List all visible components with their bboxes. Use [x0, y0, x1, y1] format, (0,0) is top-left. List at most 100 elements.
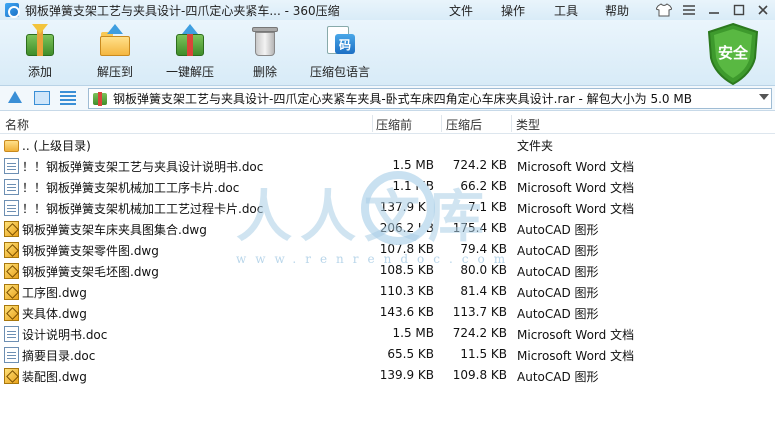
column-name[interactable]: 名称: [5, 116, 29, 133]
extract-to-button[interactable]: 解压到: [80, 24, 150, 82]
file-row[interactable]: 设计说明书.doc 1.5 MB 724.2 KB Microsoft Word 文档: [0, 324, 775, 345]
app-logo-icon: [5, 3, 20, 18]
autocad-drawing-icon: [4, 368, 19, 384]
one-click-extract-button[interactable]: 一键解压: [155, 24, 225, 82]
settings-menu-icon[interactable]: [677, 2, 701, 18]
file-name: 钢板弹簧支架零件图.dwg: [22, 244, 159, 258]
file-row[interactable]: .. (上级目录) 文件夹: [0, 135, 775, 156]
file-row[interactable]: 夹具体.dwg 143.6 KB 113.7 KB AutoCAD 图形: [0, 303, 775, 324]
close-icon[interactable]: [751, 2, 775, 18]
toolbar: 添加 解压到 一键解压 删除 码 压缩包语言: [0, 20, 775, 86]
file-size-before: 137.9 KB: [379, 200, 434, 214]
delete-button[interactable]: 删除: [230, 24, 300, 82]
language-encoding-icon: 码: [323, 24, 357, 58]
one-click-extract-icon: [173, 24, 207, 58]
menu-help[interactable]: 帮助: [605, 0, 629, 20]
file-type: AutoCAD 图形: [517, 223, 599, 237]
autocad-drawing-icon: [4, 305, 19, 321]
autocad-drawing-icon: [4, 284, 19, 300]
maximize-icon[interactable]: [727, 2, 751, 18]
word-document-icon: [4, 326, 19, 342]
file-size-before: 107.8 KB: [379, 242, 434, 256]
file-name: 钢板弹簧支架毛坯图.dwg: [22, 265, 159, 279]
file-type: AutoCAD 图形: [517, 286, 599, 300]
file-name: .. (上级目录): [22, 139, 91, 153]
column-type[interactable]: 类型: [516, 116, 540, 133]
folder-icon: [4, 140, 19, 152]
minimize-icon[interactable]: [702, 2, 726, 18]
add-button[interactable]: 添加: [5, 24, 75, 82]
word-document-icon: [4, 200, 19, 216]
file-list-header: 名称 压缩前 压缩后 类型: [0, 113, 775, 134]
file-size-before: 108.5 KB: [379, 263, 434, 277]
file-name: 设计说明书.doc: [22, 328, 108, 342]
file-size-after: 11.5 KB: [460, 347, 507, 361]
file-name: ！！钢板弹簧支架机械加工工艺过程卡片.doc: [22, 202, 264, 216]
view-thumbnail-icon[interactable]: [34, 91, 50, 105]
file-size-after: 113.7 KB: [452, 305, 507, 319]
column-size-after[interactable]: 压缩后: [446, 116, 482, 133]
file-size-after: 80.0 KB: [460, 263, 507, 277]
file-row[interactable]: 钢板弹簧支架毛坯图.dwg 108.5 KB 80.0 KB AutoCAD 图形: [0, 261, 775, 282]
file-row[interactable]: 钢板弹簧支架车床夹具图集合.dwg 206.2 KB 175.4 KB AutoCAD…: [0, 219, 775, 240]
file-type: Microsoft Word 文档: [517, 202, 635, 216]
word-document-icon: [4, 158, 19, 174]
file-size-before: 143.6 KB: [379, 305, 434, 319]
extract-folder-icon: [98, 24, 132, 58]
file-type: Microsoft Word 文档: [517, 160, 635, 174]
one-click-extract-label: 一键解压: [165, 65, 214, 79]
word-document-icon: [4, 347, 19, 363]
column-size-before[interactable]: 压缩前: [376, 116, 412, 133]
file-row[interactable]: ！！钢板弹簧支架机械加工工艺过程卡片.doc 137.9 KB 7.1 KB Micr…: [0, 198, 775, 219]
file-name: 钢板弹簧支架车床夹具图集合.dwg: [22, 223, 207, 237]
file-size-before: 1.5 MB: [392, 326, 434, 340]
file-size-before: 206.2 KB: [379, 221, 434, 235]
navigation-bar: 钢板弹簧支架工艺与夹具设计-四爪定心夹紧车夹具-卧式车床四角定心车床夹具设计.r…: [0, 86, 775, 111]
menu-operate[interactable]: 操作: [501, 0, 525, 20]
file-size-after: 7.1 KB: [468, 200, 507, 214]
autocad-drawing-icon: [4, 221, 19, 237]
file-size-after: 79.4 KB: [460, 242, 507, 256]
security-shield-badge[interactable]: 安全: [705, 22, 761, 86]
file-row[interactable]: ！！钢板弹簧支架机械加工工序卡片.doc 1.1 MB 66.2 KB Microso…: [0, 177, 775, 198]
archive-language-button[interactable]: 码 压缩包语言: [305, 24, 375, 82]
file-size-after: 109.8 KB: [452, 368, 507, 382]
security-shield-label: 安全: [717, 44, 748, 62]
archive-language-label: 压缩包语言: [309, 65, 370, 79]
add-button-label: 添加: [27, 65, 52, 79]
file-name: ！！钢板弹簧支架工艺与夹具设计说明书.doc: [22, 160, 264, 174]
view-list-icon[interactable]: [60, 91, 76, 105]
file-row[interactable]: 装配图.dwg 139.9 KB 109.8 KB AutoCAD 图形: [0, 366, 775, 387]
menu-file[interactable]: 文件: [449, 0, 473, 20]
file-name: 夹具体.dwg: [22, 307, 87, 321]
file-size-after: 724.2 KB: [452, 158, 507, 172]
file-name: ！！钢板弹簧支架机械加工工序卡片.doc: [22, 181, 240, 195]
rar-archive-icon: [93, 91, 107, 106]
add-archive-icon: [23, 24, 57, 58]
menu-tools[interactable]: 工具: [554, 0, 578, 20]
file-size-after: 175.4 KB: [452, 221, 507, 235]
word-document-icon: [4, 179, 19, 195]
archive-path-field[interactable]: 钢板弹簧支架工艺与夹具设计-四爪定心夹紧车夹具-卧式车床四角定心车床夹具设计.r…: [88, 88, 772, 109]
file-row[interactable]: 钢板弹簧支架零件图.dwg 107.8 KB 79.4 KB AutoCAD 图形: [0, 240, 775, 261]
path-dropdown-icon[interactable]: [759, 94, 769, 100]
file-type: Microsoft Word 文档: [517, 328, 635, 342]
file-size-before: 110.3 KB: [379, 284, 434, 298]
autocad-drawing-icon: [4, 242, 19, 258]
file-size-after: 66.2 KB: [460, 179, 507, 193]
file-size-after: 724.2 KB: [452, 326, 507, 340]
file-name: 工序图.dwg: [22, 286, 87, 300]
trash-can-icon: [248, 24, 282, 58]
delete-label: 删除: [252, 65, 277, 79]
extract-to-label: 解压到: [96, 65, 133, 79]
file-type: AutoCAD 图形: [517, 307, 599, 321]
file-row[interactable]: 工序图.dwg 110.3 KB 81.4 KB AutoCAD 图形: [0, 282, 775, 303]
file-type: Microsoft Word 文档: [517, 349, 635, 363]
up-level-icon[interactable]: [8, 91, 22, 103]
file-type: AutoCAD 图形: [517, 244, 599, 258]
file-size-before: 139.9 KB: [379, 368, 434, 382]
file-row[interactable]: 摘要目录.doc 65.5 KB 11.5 KB Microsoft Word 文档: [0, 345, 775, 366]
file-size-before: 1.1 MB: [392, 179, 434, 193]
skin-shirt-icon[interactable]: [652, 2, 676, 18]
file-row[interactable]: ！！钢板弹簧支架工艺与夹具设计说明书.doc 1.5 MB 724.2 KB Micr…: [0, 156, 775, 177]
